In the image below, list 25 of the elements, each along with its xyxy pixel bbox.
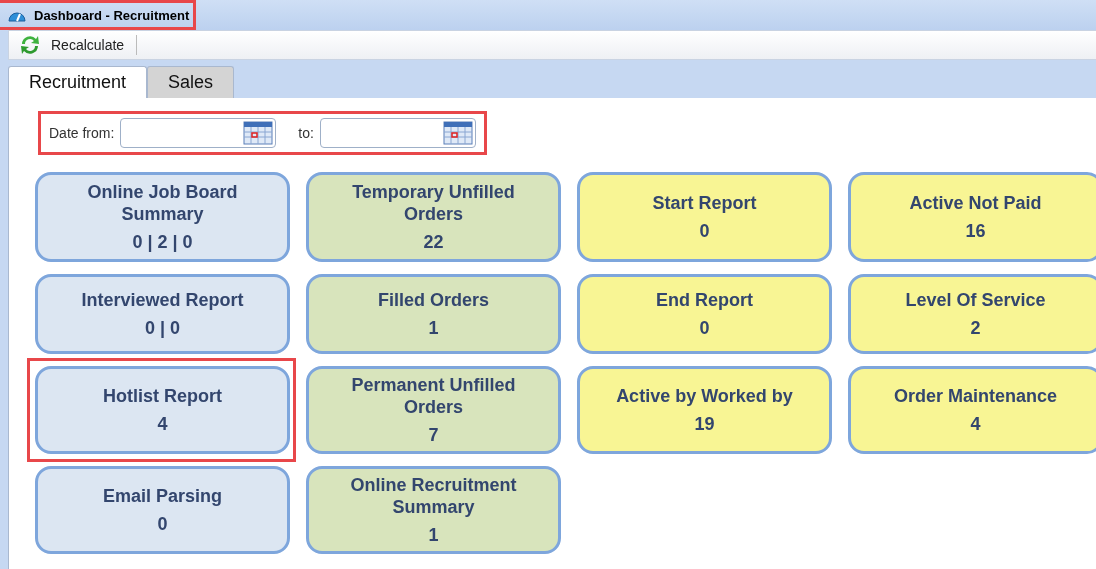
report-tile[interactable]: Online Recruitment Summary 1	[306, 466, 561, 554]
date-field[interactable]	[319, 118, 476, 148]
report-tile[interactable]: Order Maintenance 4	[848, 366, 1096, 454]
report-tile[interactable]: End Report 0	[577, 274, 832, 354]
report-tile[interactable]: Hotlist Report 4	[35, 366, 290, 454]
report-tile[interactable]: Filled Orders 1	[306, 274, 561, 354]
report-tile[interactable]: Active by Worked by 19	[577, 366, 832, 454]
report-tile[interactable]: Interviewed Report 0 | 0	[35, 274, 290, 354]
date-field[interactable]	[120, 118, 277, 148]
calendar-icon[interactable]	[442, 121, 473, 145]
calendar-icon[interactable]	[243, 121, 274, 145]
report-tile[interactable]: Temporary Unfilled Orders 22	[306, 172, 561, 262]
window-title: Dashboard - Recruitment	[34, 7, 190, 23]
refresh-icon	[19, 34, 41, 56]
report-tile[interactable]: Active Not Paid 16	[848, 172, 1096, 262]
field-label: to:	[298, 125, 314, 141]
report-tile[interactable]: Level Of Service 2	[848, 274, 1096, 354]
report-tile[interactable]: Email Parsing 0	[35, 466, 290, 554]
tab[interactable]: Recruitment	[8, 66, 148, 98]
tab[interactable]: Sales	[147, 66, 235, 98]
recalculate-button[interactable]: Recalculate	[19, 35, 138, 55]
report-tile[interactable]: Start Report 0	[577, 172, 832, 262]
report-tile[interactable]: Online Job Board Summary 0 | 2 | 0	[35, 172, 290, 262]
field-label: Date from:	[49, 125, 115, 141]
report-tile[interactable]: Permanent Unfilled Orders 7	[306, 366, 561, 454]
